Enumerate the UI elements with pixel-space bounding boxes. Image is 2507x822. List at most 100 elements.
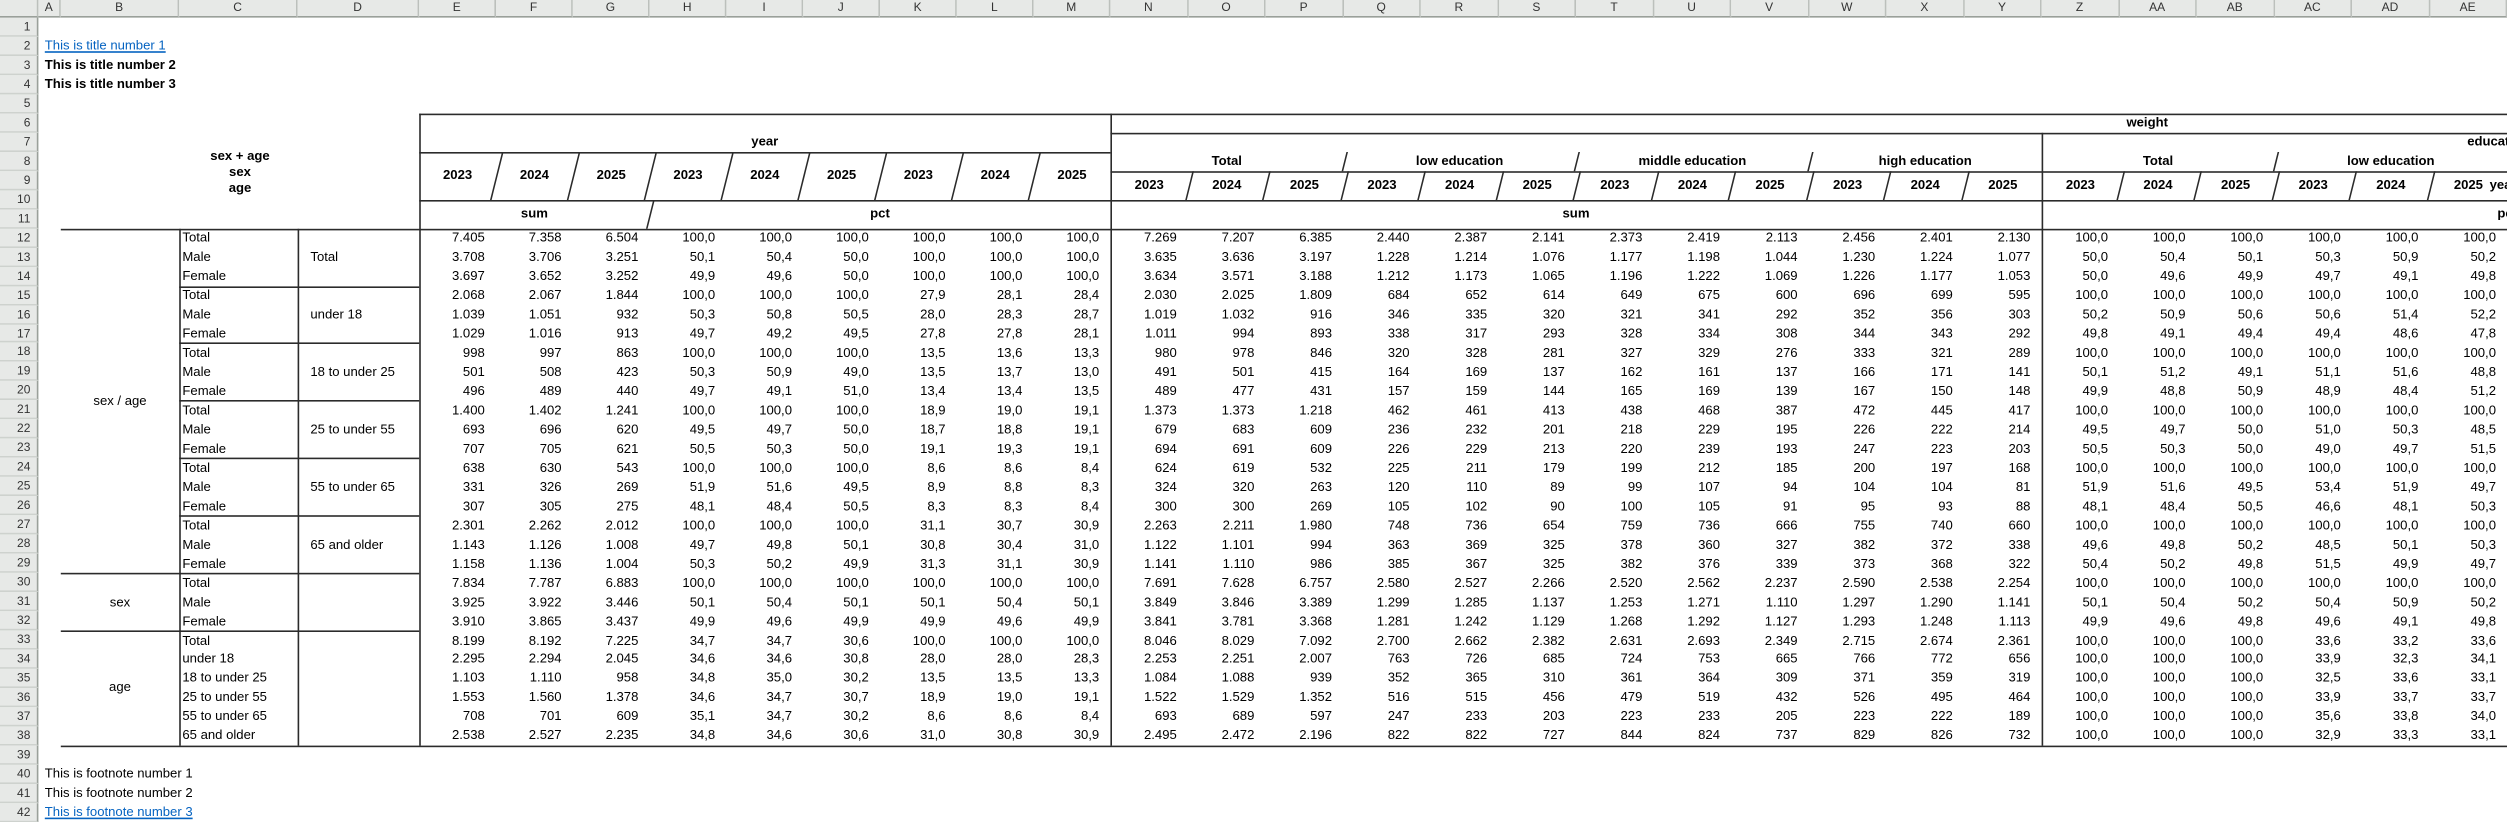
cell[interactable]: 763	[1343, 650, 1421, 669]
cell[interactable]: 385	[1343, 554, 1421, 573]
cell[interactable]: 49,4	[2274, 324, 2352, 343]
cell[interactable]: 100,0	[2430, 343, 2507, 362]
cell[interactable]: 489	[1110, 381, 1188, 400]
cell[interactable]: 100,0	[726, 401, 803, 420]
cell[interactable]: 49,8	[2430, 611, 2507, 630]
cell[interactable]: 30,7	[803, 688, 880, 707]
header-year[interactable]: year	[419, 133, 1110, 152]
cell[interactable]: 736	[1654, 516, 1732, 535]
column-letter-M[interactable]: M	[1034, 0, 1111, 18]
cell[interactable]: 1.297	[1809, 592, 1887, 611]
cell[interactable]: 472	[1809, 401, 1887, 420]
row-group-label[interactable]: sex / age	[61, 228, 179, 573]
cell[interactable]: 289	[1964, 343, 2042, 362]
cell[interactable]: 824	[1654, 726, 1732, 745]
column-letter-AA[interactable]: AA	[2119, 0, 2197, 18]
row-label[interactable]: Total	[182, 458, 297, 477]
cell[interactable]: 8,4	[1034, 707, 1111, 726]
cell[interactable]: 724	[1576, 650, 1654, 669]
cell[interactable]: 1.122	[1110, 535, 1188, 554]
cell[interactable]: 7.225	[573, 630, 650, 649]
cell[interactable]: 2.538	[1886, 573, 1964, 592]
cell[interactable]: 100,0	[650, 343, 727, 362]
cell[interactable]: 48,4	[726, 496, 803, 515]
cell[interactable]: 49,9	[880, 611, 957, 630]
header-year-cell[interactable]: 2024	[957, 152, 1034, 200]
cell[interactable]: 51,6	[726, 477, 803, 496]
cell[interactable]: 2.253	[1110, 650, 1188, 669]
cell[interactable]: 31,1	[957, 554, 1034, 573]
header-year-cell[interactable]: 2023	[1576, 171, 1654, 200]
cell[interactable]: 28,0	[880, 650, 957, 669]
cell[interactable]: 100,0	[2119, 726, 2197, 745]
cell[interactable]: 93	[1886, 496, 1964, 515]
footnote-3-link[interactable]: This is footnote number 3	[45, 803, 193, 822]
cell[interactable]: 49,8	[2197, 554, 2275, 573]
cell[interactable]: 327	[1731, 535, 1809, 554]
cell[interactable]: 638	[419, 458, 496, 477]
cell[interactable]: 365	[1421, 669, 1499, 688]
cell[interactable]: 998	[419, 343, 496, 362]
cell[interactable]: 13,7	[957, 362, 1034, 381]
cell[interactable]: 2.419	[1654, 228, 1732, 247]
cell[interactable]: 346	[1343, 305, 1421, 324]
cell[interactable]: 100,0	[2042, 286, 2120, 305]
cell[interactable]: 51,0	[2274, 420, 2352, 439]
cell[interactable]: 2.294	[496, 650, 573, 669]
cell[interactable]: 338	[1343, 324, 1421, 343]
cell[interactable]: 8.029	[1188, 630, 1266, 649]
cell[interactable]: 50,4	[2274, 592, 2352, 611]
cell[interactable]: 100,0	[2430, 458, 2507, 477]
cell[interactable]: 34,7	[726, 688, 803, 707]
cell[interactable]: 31,0	[1034, 535, 1111, 554]
cell[interactable]: 51,5	[2274, 554, 2352, 573]
cell[interactable]: 100,0	[2119, 343, 2197, 362]
cell[interactable]: 49,6	[726, 611, 803, 630]
cell[interactable]: 50,0	[2042, 267, 2120, 286]
cell[interactable]: 3.841	[1110, 611, 1188, 630]
row-number-41[interactable]: 41	[0, 784, 38, 803]
cell[interactable]: 34,7	[650, 630, 727, 649]
cell[interactable]: 49,0	[803, 362, 880, 381]
cell[interactable]: 320	[1498, 305, 1576, 324]
cell[interactable]: 8,4	[1034, 458, 1111, 477]
row-group-label[interactable]: sex	[61, 573, 179, 630]
cell[interactable]: 100,0	[2274, 401, 2352, 420]
cell[interactable]: 50,1	[650, 247, 727, 266]
cell[interactable]: 200	[1809, 458, 1887, 477]
cell[interactable]: 8,3	[957, 496, 1034, 515]
row-number-25[interactable]: 25	[0, 477, 38, 496]
cell[interactable]: 846	[1266, 343, 1344, 362]
cell[interactable]: 247	[1809, 439, 1887, 458]
cell[interactable]: 100,0	[803, 228, 880, 247]
cell[interactable]: 595	[1964, 286, 2042, 305]
cell[interactable]: 179	[1498, 458, 1576, 477]
cell[interactable]: 48,1	[2042, 496, 2120, 515]
cell[interactable]: 48,1	[2352, 496, 2430, 515]
cell[interactable]: 958	[573, 669, 650, 688]
cell[interactable]: 50,2	[2197, 592, 2275, 611]
cell[interactable]: 222	[1886, 420, 1964, 439]
cell[interactable]: 49,1	[2119, 324, 2197, 343]
cell[interactable]: 689	[1188, 707, 1266, 726]
cell[interactable]: 27,8	[957, 324, 1034, 343]
cell[interactable]: 49,9	[2042, 611, 2120, 630]
cell[interactable]: 50,5	[2197, 496, 2275, 515]
cell[interactable]: 100,0	[803, 573, 880, 592]
cell[interactable]: 49,8	[726, 535, 803, 554]
cell[interactable]: 339	[1731, 554, 1809, 573]
cell[interactable]: 50,9	[2197, 381, 2275, 400]
cell[interactable]: 371	[1809, 669, 1887, 688]
cell[interactable]: 50,0	[803, 439, 880, 458]
cell[interactable]: 1.214	[1421, 247, 1499, 266]
cell[interactable]: 329	[1654, 343, 1732, 362]
cell[interactable]: 100,0	[2274, 573, 2352, 592]
column-letter-B[interactable]: B	[61, 0, 179, 18]
cell[interactable]: 50,0	[803, 247, 880, 266]
cell[interactable]: 708	[419, 707, 496, 726]
cell[interactable]: 3.652	[496, 267, 573, 286]
cell[interactable]: 600	[1731, 286, 1809, 305]
cell[interactable]: 8,9	[880, 477, 957, 496]
row-label[interactable]: Total	[182, 343, 297, 362]
column-letter-S[interactable]: S	[1498, 0, 1576, 18]
